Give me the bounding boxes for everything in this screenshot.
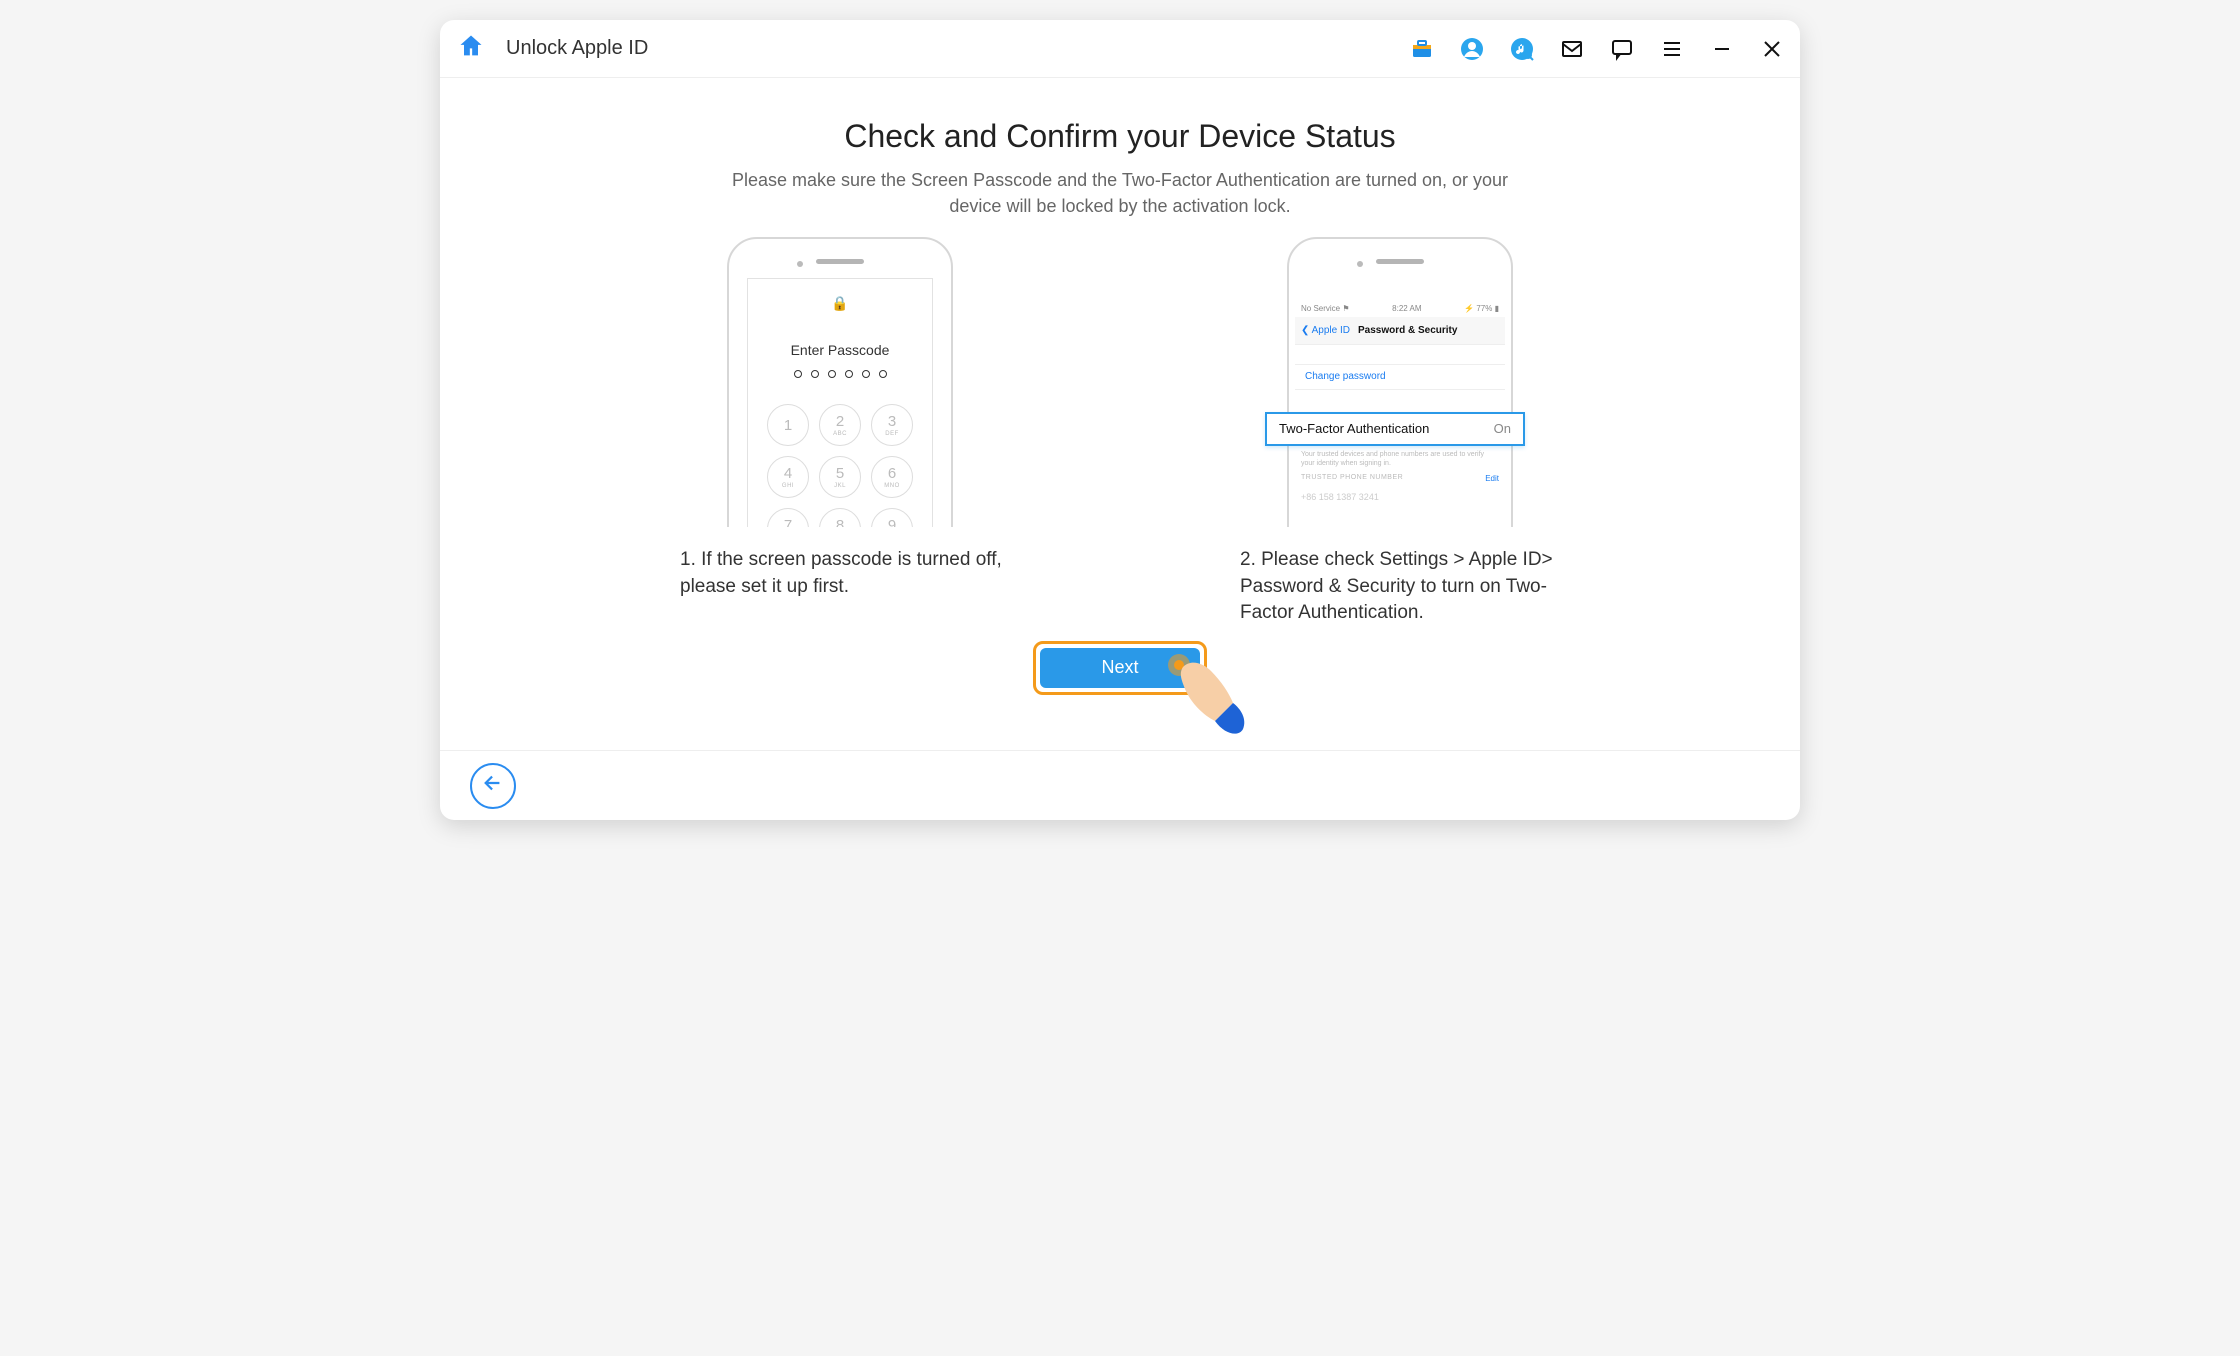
trusted-phone-number: +86 158 1387 3241 bbox=[1301, 492, 1379, 502]
status-bar: No Service ⚑ 8:22 AM ⚡ 77% ▮ bbox=[1295, 302, 1505, 316]
footer-bar bbox=[440, 750, 1800, 820]
tfa-value: On bbox=[1494, 421, 1511, 436]
keypad-key: 9WXYZ bbox=[871, 508, 913, 527]
panel1-caption: 1. If the screen passcode is turned off,… bbox=[680, 547, 1010, 600]
feedback-icon[interactable] bbox=[1608, 35, 1636, 63]
app-window: Unlock Apple ID bbox=[440, 20, 1800, 820]
arrow-left-icon bbox=[482, 772, 504, 799]
home-button[interactable] bbox=[454, 32, 488, 66]
title-bar: Unlock Apple ID bbox=[440, 20, 1800, 78]
phone-passcode-wrap: 🔒 Enter Passcode 12ABC3DEF4GHI5JKL6MNO7 bbox=[680, 237, 1000, 527]
change-password-row: Change password bbox=[1295, 364, 1505, 390]
keypad-key: 6MNO bbox=[871, 456, 913, 498]
keypad-key: 7PQRS bbox=[767, 508, 809, 527]
status-left: No Service ⚑ bbox=[1301, 304, 1350, 313]
keypad: 12ABC3DEF 4GHI5JKL6MNO 7PQRS 8TUV 9WXYZ bbox=[767, 404, 913, 527]
edit-link: Edit bbox=[1485, 474, 1499, 483]
page-headline: Check and Confirm your Device Status bbox=[844, 118, 1395, 155]
main-content: Check and Confirm your Device Status Ple… bbox=[440, 78, 1800, 750]
camera-dot-icon bbox=[797, 261, 803, 267]
account-icon[interactable] bbox=[1458, 35, 1486, 63]
passcode-dots bbox=[794, 370, 887, 378]
menu-icon[interactable] bbox=[1658, 35, 1686, 63]
home-icon bbox=[457, 32, 485, 65]
status-time: 8:22 AM bbox=[1350, 304, 1465, 313]
toolbar-icons bbox=[1408, 35, 1786, 63]
panel-tfa: No Service ⚑ 8:22 AM ⚡ 77% ▮ ❮ Apple ID … bbox=[1240, 237, 1560, 627]
close-button[interactable] bbox=[1758, 35, 1786, 63]
minimize-button[interactable] bbox=[1708, 35, 1736, 63]
keypad-key: 2ABC bbox=[819, 404, 861, 446]
keypad-key: 1 bbox=[767, 404, 809, 446]
page-subline: Please make sure the Screen Passcode and… bbox=[710, 167, 1530, 219]
toolbox-icon[interactable] bbox=[1408, 35, 1436, 63]
phone-tfa-wrap: No Service ⚑ 8:22 AM ⚡ 77% ▮ ❮ Apple ID … bbox=[1240, 237, 1560, 527]
passcode-dot bbox=[879, 370, 887, 378]
phone2-screen: No Service ⚑ 8:22 AM ⚡ 77% ▮ ❮ Apple ID … bbox=[1287, 264, 1513, 527]
next-button[interactable]: Next bbox=[1040, 648, 1200, 688]
keypad-key: 4GHI bbox=[767, 456, 809, 498]
lock-icon: 🔒 bbox=[831, 295, 848, 312]
keypad-key: 8TUV bbox=[819, 508, 861, 527]
panels: 🔒 Enter Passcode 12ABC3DEF4GHI5JKL6MNO7 bbox=[680, 237, 1560, 627]
passcode-dot bbox=[828, 370, 836, 378]
tfa-hint: Your trusted devices and phone numbers a… bbox=[1301, 450, 1499, 468]
panel2-caption: 2. Please check Settings > Apple ID> Pas… bbox=[1240, 547, 1570, 627]
nav-header: ❮ Apple ID Password & Security bbox=[1295, 317, 1505, 345]
mail-icon[interactable] bbox=[1558, 35, 1586, 63]
phone-mock-1: 🔒 Enter Passcode 12ABC3DEF4GHI5JKL6MNO7 bbox=[727, 237, 953, 527]
next-button-highlight: Next bbox=[1033, 641, 1207, 695]
trusted-phone-header: TRUSTED PHONE NUMBER bbox=[1301, 474, 1403, 481]
status-right: ⚡ 77% ▮ bbox=[1464, 304, 1499, 313]
phone1-screen: 🔒 Enter Passcode 12ABC3DEF4GHI5JKL6MNO7 bbox=[747, 278, 933, 527]
passcode-dot bbox=[811, 370, 819, 378]
nav-back: ❮ Apple ID bbox=[1301, 325, 1350, 336]
earpiece-icon bbox=[816, 259, 864, 264]
nav-title: Password & Security bbox=[1358, 325, 1457, 336]
passcode-dot bbox=[845, 370, 853, 378]
tfa-row-highlight: Two-Factor Authentication On bbox=[1265, 412, 1525, 446]
tfa-label: Two-Factor Authentication bbox=[1279, 421, 1429, 436]
music-icon[interactable] bbox=[1508, 35, 1536, 63]
passcode-dot bbox=[794, 370, 802, 378]
keypad-key: 3DEF bbox=[871, 404, 913, 446]
app-title: Unlock Apple ID bbox=[506, 37, 648, 60]
passcode-dot bbox=[862, 370, 870, 378]
enter-passcode-label: Enter Passcode bbox=[791, 342, 890, 358]
next-button-wrap: Next bbox=[1033, 641, 1207, 695]
back-button[interactable] bbox=[470, 763, 516, 809]
keypad-key: 5JKL bbox=[819, 456, 861, 498]
phone-mock-2: No Service ⚑ 8:22 AM ⚡ 77% ▮ ❮ Apple ID … bbox=[1287, 237, 1513, 527]
panel-passcode: 🔒 Enter Passcode 12ABC3DEF4GHI5JKL6MNO7 bbox=[680, 237, 1000, 627]
